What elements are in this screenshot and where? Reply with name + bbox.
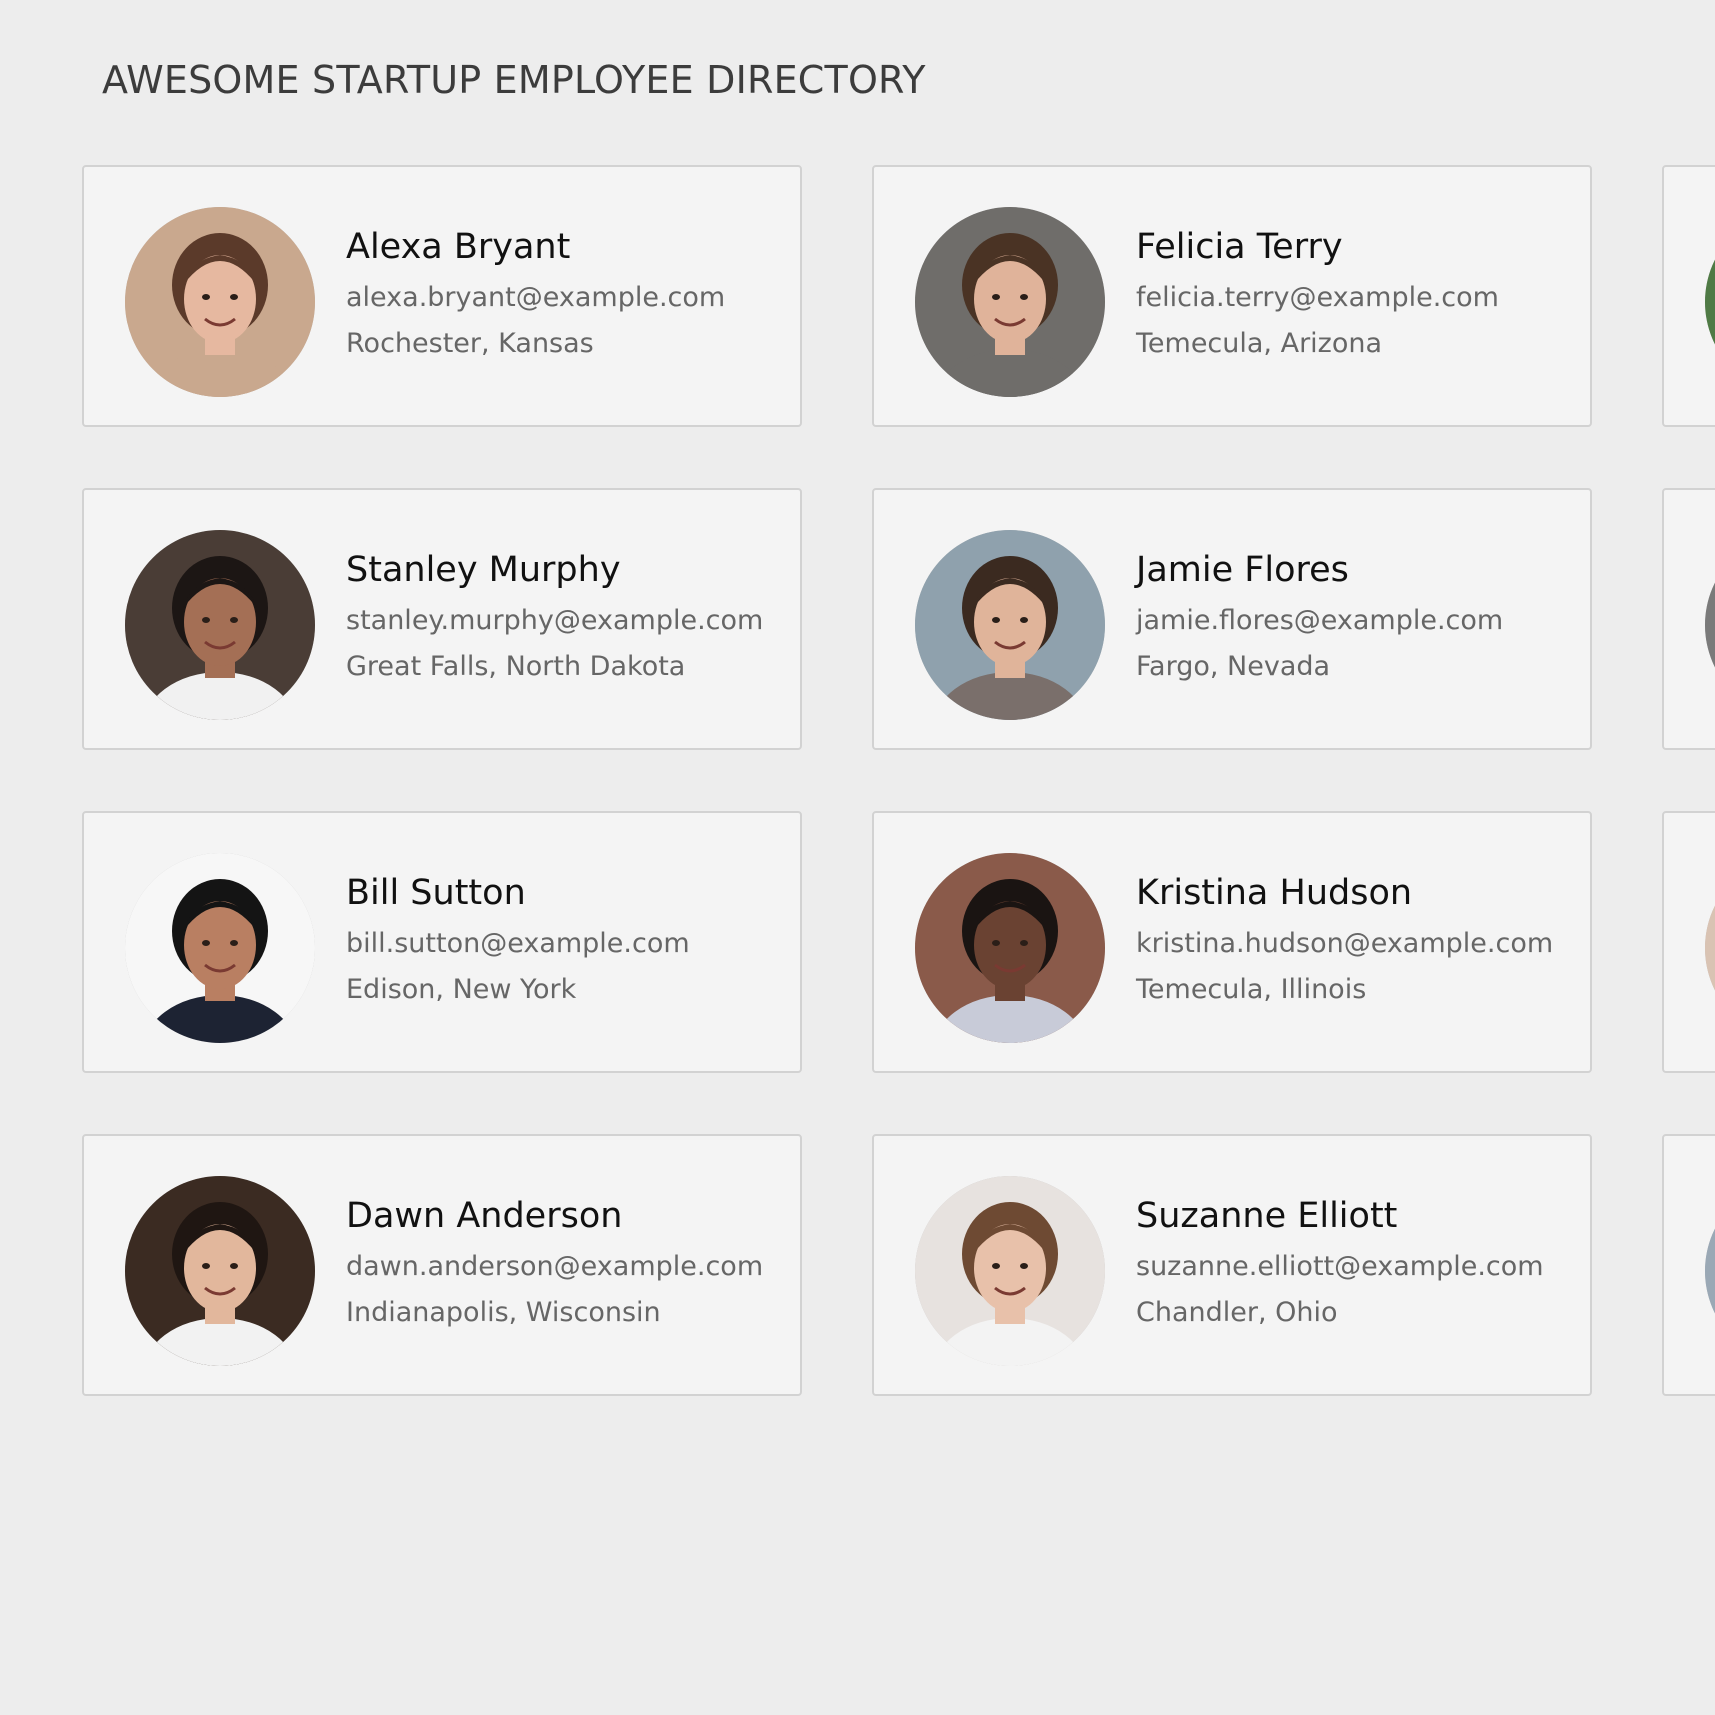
employee-info: Jamie Flores jamie.flores@example.com Farg… <box>1136 548 1503 690</box>
person-photo-icon <box>1705 530 1715 720</box>
employee-email: bill.sutton@example.com <box>346 928 690 959</box>
employee-info: Stanley Murphy stanley.murphy@example.com… <box>346 548 763 690</box>
employee-location: Chandler, Ohio <box>1136 1297 1338 1328</box>
employee-email: felicia.terry@example.com <box>1136 282 1499 313</box>
employee-avatar <box>125 853 315 1043</box>
employee-info: Dawn Anderson dawn.anderson@example.com In… <box>346 1194 763 1336</box>
person-photo-icon <box>915 530 1105 720</box>
person-photo-icon <box>915 1176 1105 1366</box>
person-photo-icon <box>125 853 315 1043</box>
employee-email: jamie.flores@example.com <box>1136 605 1504 636</box>
person-photo-icon <box>1705 853 1715 1043</box>
page-title: AWESOME STARTUP EMPLOYEE DIRECTORY <box>102 58 926 102</box>
employee-card[interactable]: Jamie Flores jamie.flores@example.com Farg… <box>872 488 1592 750</box>
employee-name: Dawn Anderson <box>346 1196 623 1236</box>
employee-name: Kristina Hudson <box>1136 873 1413 913</box>
person-photo-icon <box>915 207 1105 397</box>
employee-avatar <box>1705 530 1715 720</box>
person-photo-icon <box>125 1176 315 1366</box>
employee-name: Jamie Flores <box>1136 550 1349 590</box>
employee-email: dawn.anderson@example.com <box>346 1251 764 1282</box>
employee-location: Indianapolis, Wisconsin <box>346 1297 661 1328</box>
person-photo-icon <box>125 207 315 397</box>
employee-name: Stanley Murphy <box>346 550 621 590</box>
person-photo-icon <box>125 530 315 720</box>
employee-card[interactable]: Felicia Terry felicia.terry@example.com Te… <box>872 165 1592 427</box>
employee-location: Fargo, Nevada <box>1136 651 1331 682</box>
employee-card[interactable]: Suzanne Elliott suzanne.elliott@example.c… <box>872 1134 1592 1396</box>
employee-avatar <box>125 530 315 720</box>
employee-name: Suzanne Elliott <box>1136 1196 1398 1236</box>
employee-card[interactable] <box>1662 165 1715 427</box>
employee-info: Alexa Bryant alexa.bryant@example.com Roch… <box>346 225 725 367</box>
employee-avatar <box>915 853 1105 1043</box>
employee-card[interactable]: Kristina Hudson kristina.hudson@example.c… <box>872 811 1592 1073</box>
employee-info: Kristina Hudson kristina.hudson@example.c… <box>1136 871 1553 1013</box>
employee-email: kristina.hudson@example.com <box>1136 928 1554 959</box>
employee-avatar <box>1705 1176 1715 1366</box>
employee-location: Rochester, Kansas <box>346 328 594 359</box>
employee-card[interactable]: Stanley Murphy stanley.murphy@example.com… <box>82 488 802 750</box>
employee-location: Great Falls, North Dakota <box>346 651 686 682</box>
employee-card[interactable] <box>1662 1134 1715 1396</box>
directory-page: AWESOME STARTUP EMPLOYEE DIRECTORY Alexa… <box>0 0 1715 1715</box>
employee-email: suzanne.elliott@example.com <box>1136 1251 1544 1282</box>
employee-name: Felicia Terry <box>1136 227 1343 267</box>
employee-card[interactable] <box>1662 811 1715 1073</box>
person-photo-icon <box>915 853 1105 1043</box>
employee-grid: Alexa Bryant alexa.bryant@example.com Roch… <box>82 165 1715 1396</box>
employee-avatar <box>125 1176 315 1366</box>
employee-avatar <box>915 1176 1105 1366</box>
employee-email: stanley.murphy@example.com <box>346 605 764 636</box>
employee-info: Bill Sutton bill.sutton@example.com Edison… <box>346 871 690 1013</box>
employee-name: Bill Sutton <box>346 873 526 913</box>
employee-location: Temecula, Illinois <box>1136 974 1367 1005</box>
employee-card[interactable] <box>1662 488 1715 750</box>
employee-avatar <box>915 207 1105 397</box>
person-photo-icon <box>1705 207 1715 397</box>
employee-card[interactable]: Alexa Bryant alexa.bryant@example.com Roch… <box>82 165 802 427</box>
employee-card[interactable]: Bill Sutton bill.sutton@example.com Edison… <box>82 811 802 1073</box>
employee-location: Edison, New York <box>346 974 577 1005</box>
employee-info: Felicia Terry felicia.terry@example.com Te… <box>1136 225 1499 367</box>
employee-avatar <box>915 530 1105 720</box>
employee-avatar <box>125 207 315 397</box>
employee-email: alexa.bryant@example.com <box>346 282 726 313</box>
person-photo-icon <box>1705 1176 1715 1366</box>
employee-location: Temecula, Arizona <box>1136 328 1383 359</box>
employee-avatar <box>1705 207 1715 397</box>
employee-info: Suzanne Elliott suzanne.elliott@example.c… <box>1136 1194 1544 1336</box>
employee-name: Alexa Bryant <box>346 227 571 267</box>
employee-avatar <box>1705 853 1715 1043</box>
employee-card[interactable]: Dawn Anderson dawn.anderson@example.com In… <box>82 1134 802 1396</box>
